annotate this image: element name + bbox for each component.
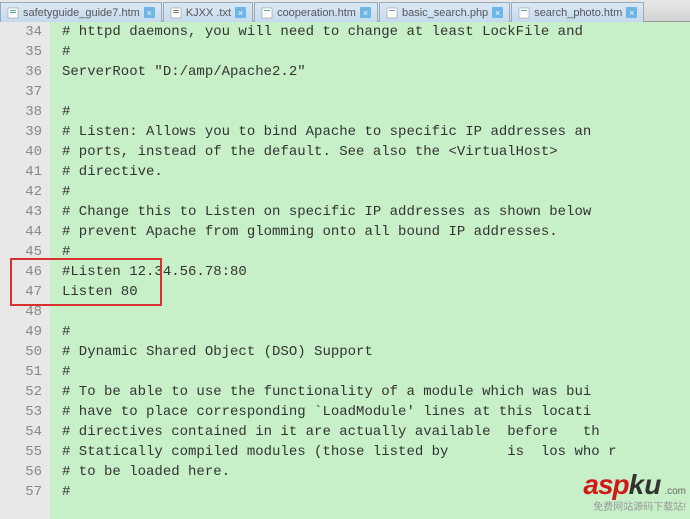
code-line[interactable] (50, 82, 690, 102)
code-line[interactable]: # directives contained in it are actuall… (50, 422, 690, 442)
line-number: 42 (0, 182, 42, 202)
file-icon (518, 7, 530, 19)
close-icon[interactable]: × (235, 7, 246, 18)
watermark-tagline: 免费网站源码下载站! (593, 498, 686, 513)
line-number: 52 (0, 382, 42, 402)
line-number: 44 (0, 222, 42, 242)
line-number: 49 (0, 322, 42, 342)
code-line[interactable]: # (50, 42, 690, 62)
tab-cooperation[interactable]: cooperation.htm × (254, 2, 378, 22)
code-line[interactable]: # have to place corresponding `LoadModul… (50, 402, 690, 422)
close-icon[interactable]: × (626, 7, 637, 18)
code-line[interactable]: #Listen 12.34.56.78:80 (50, 262, 690, 282)
file-icon (386, 7, 398, 19)
line-number: 38 (0, 102, 42, 122)
line-number: 41 (0, 162, 42, 182)
line-number: 37 (0, 82, 42, 102)
tab-bar: safetyguide_guide7.htm × KJXX .txt × coo… (0, 0, 690, 22)
close-icon[interactable]: × (144, 7, 155, 18)
file-icon (261, 7, 273, 19)
line-number: 35 (0, 42, 42, 62)
line-number: 54 (0, 422, 42, 442)
line-number: 39 (0, 122, 42, 142)
editor: 3435363738394041424344454647484950515253… (0, 22, 690, 519)
line-number: 51 (0, 362, 42, 382)
file-icon (170, 7, 182, 19)
code-line[interactable]: # httpd daemons, you will need to change… (50, 22, 690, 42)
line-number: 34 (0, 22, 42, 42)
code-line[interactable]: Listen 80 (50, 282, 690, 302)
tab-safetyguide[interactable]: safetyguide_guide7.htm × (0, 2, 162, 22)
line-number: 36 (0, 62, 42, 82)
line-number: 56 (0, 462, 42, 482)
line-number: 46 (0, 262, 42, 282)
code-line[interactable]: # Change this to Listen on specific IP a… (50, 202, 690, 222)
code-line[interactable] (50, 302, 690, 322)
code-line[interactable]: # ports, instead of the default. See als… (50, 142, 690, 162)
code-line[interactable]: # (50, 242, 690, 262)
tab-search-photo[interactable]: search_photo.htm × (511, 2, 644, 22)
line-number: 53 (0, 402, 42, 422)
code-line[interactable]: # (50, 362, 690, 382)
tab-label: cooperation.htm (277, 7, 356, 19)
code-line[interactable]: # Dynamic Shared Object (DSO) Support (50, 342, 690, 362)
code-line[interactable]: # prevent Apache from glomming onto all … (50, 222, 690, 242)
line-number: 43 (0, 202, 42, 222)
code-line[interactable]: # (50, 182, 690, 202)
code-line[interactable]: # directive. (50, 162, 690, 182)
code-line[interactable]: # To be able to use the functionality of… (50, 382, 690, 402)
code-line[interactable]: # Listen: Allows you to bind Apache to s… (50, 122, 690, 142)
tab-label: KJXX .txt (186, 7, 231, 19)
line-gutter: 3435363738394041424344454647484950515253… (0, 22, 50, 519)
tab-label: search_photo.htm (534, 7, 622, 19)
tab-label: basic_search.php (402, 7, 488, 19)
code-line[interactable]: # (50, 102, 690, 122)
close-icon[interactable]: × (360, 7, 371, 18)
code-area[interactable]: # httpd daemons, you will need to change… (50, 22, 690, 519)
tab-kjxx[interactable]: KJXX .txt × (163, 2, 253, 22)
line-number: 50 (0, 342, 42, 362)
line-number: 57 (0, 482, 42, 502)
line-number: 45 (0, 242, 42, 262)
file-icon (7, 7, 19, 19)
tab-label: safetyguide_guide7.htm (23, 7, 140, 19)
line-number: 40 (0, 142, 42, 162)
line-number: 55 (0, 442, 42, 462)
code-line[interactable]: # (50, 322, 690, 342)
code-line[interactable]: # to be loaded here. (50, 462, 690, 482)
line-number: 47 (0, 282, 42, 302)
line-number: 48 (0, 302, 42, 322)
close-icon[interactable]: × (492, 7, 503, 18)
code-line[interactable]: ServerRoot "D:/amp/Apache2.2" (50, 62, 690, 82)
tab-basic-search[interactable]: basic_search.php × (379, 2, 510, 22)
code-line[interactable]: # Statically compiled modules (those lis… (50, 442, 690, 462)
